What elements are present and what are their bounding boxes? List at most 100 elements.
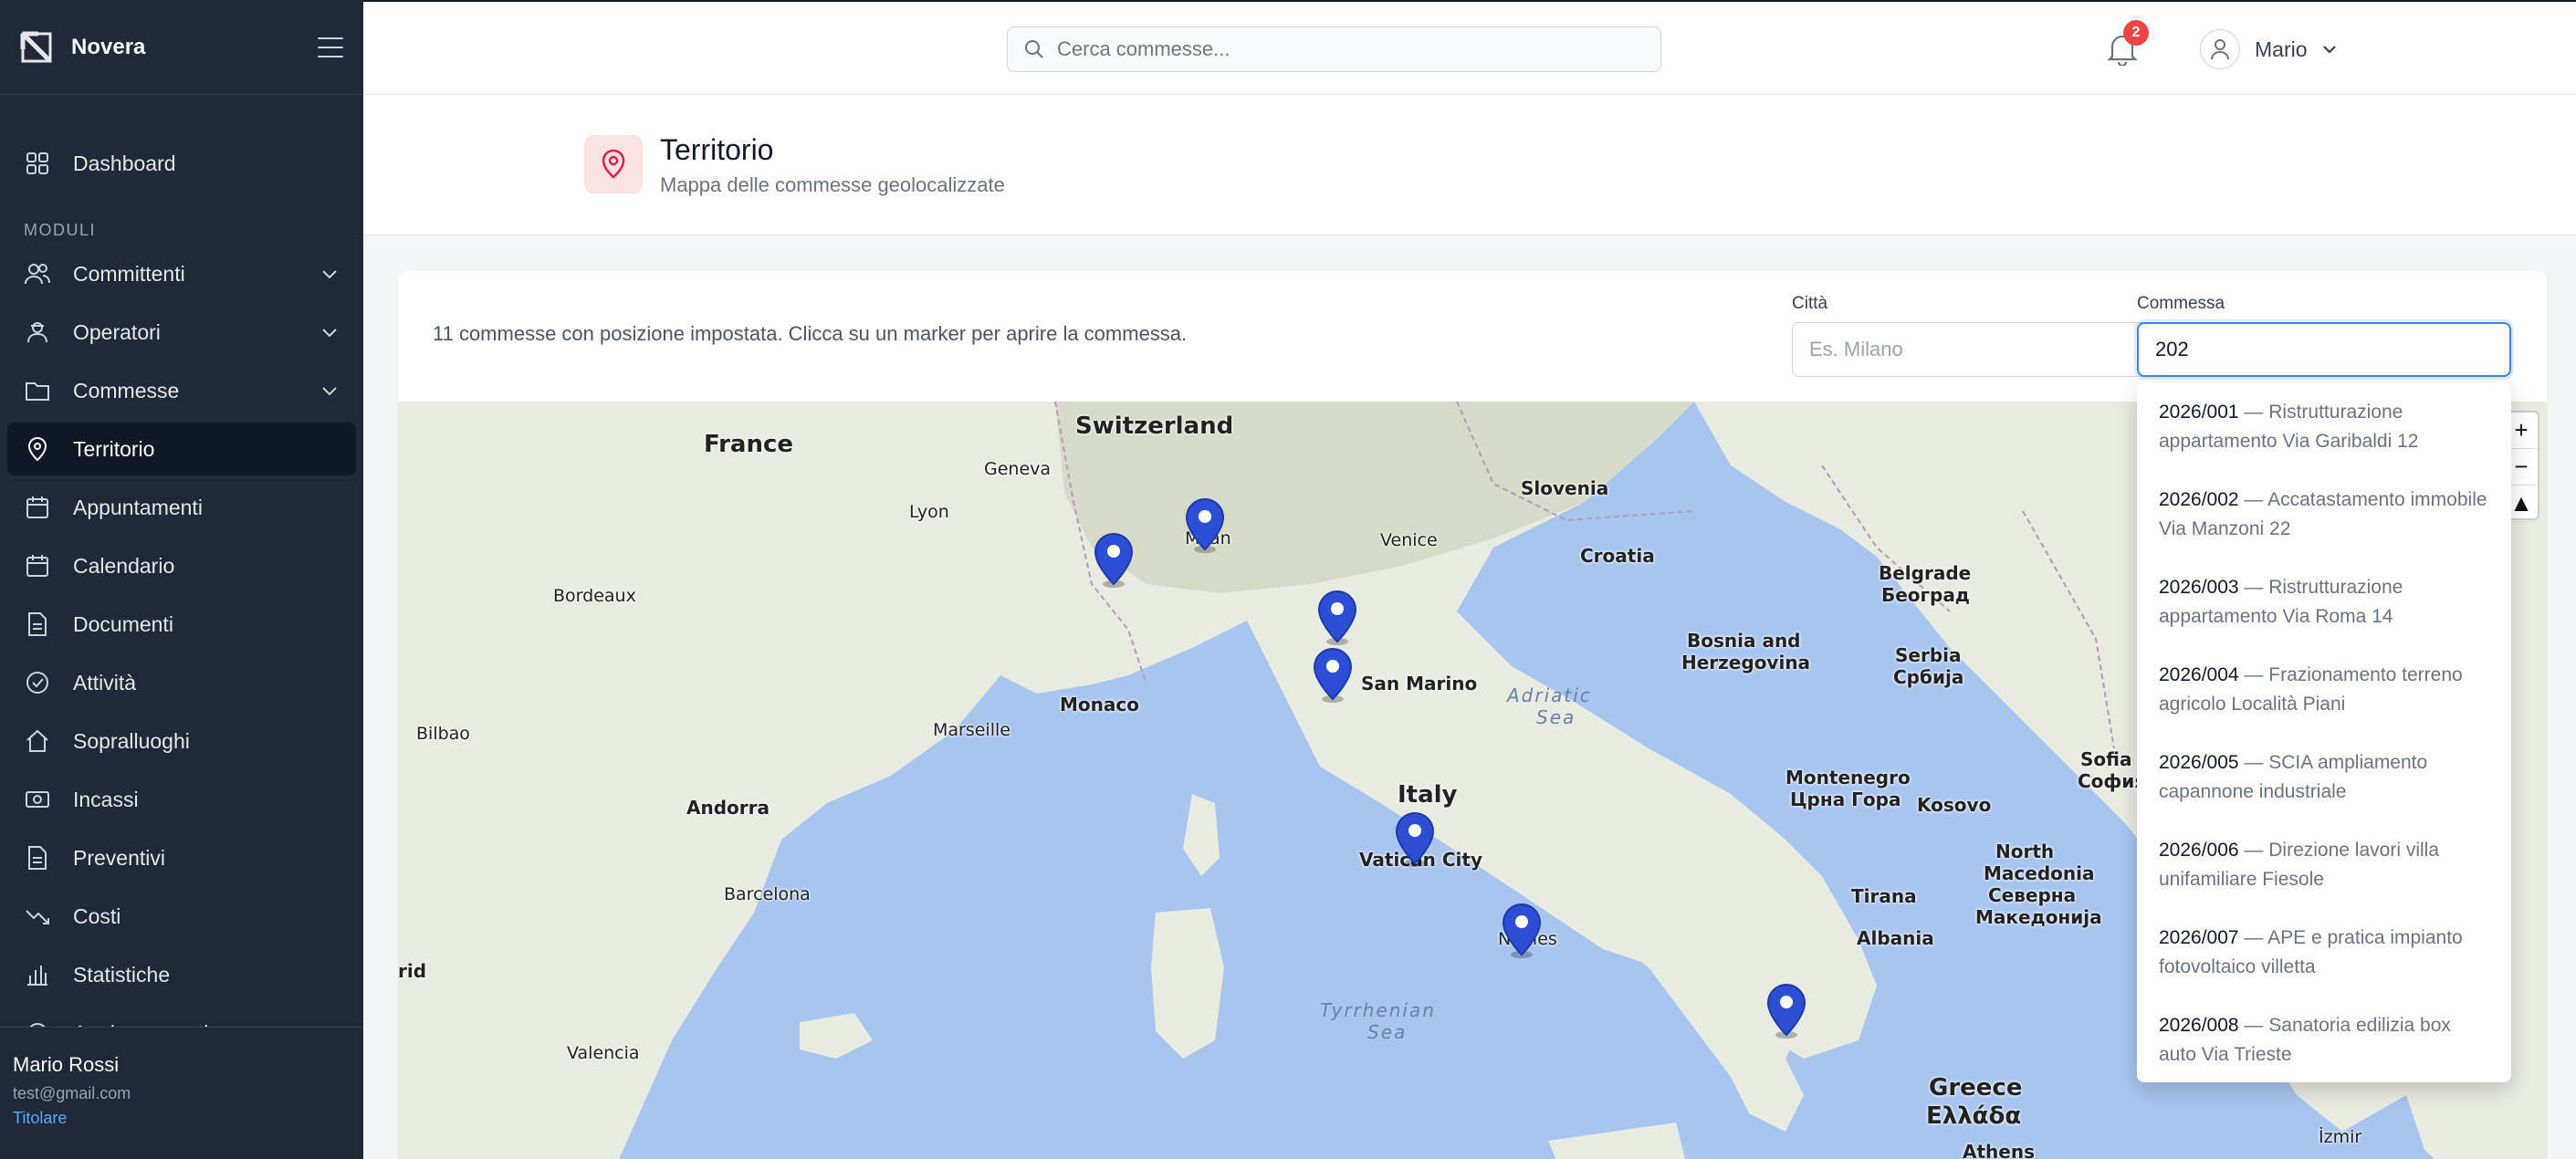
sidebar-item-label: Calendario	[73, 553, 175, 578]
map-pin-icon	[24, 435, 51, 463]
sidebar-item-label: Statistiche	[73, 962, 171, 987]
map-marker[interactable]	[1184, 496, 1226, 553]
city-label: Città	[1792, 294, 1828, 313]
map-label-slovenia: Slovenia	[1521, 477, 1609, 499]
map-label-serbia-local: Србија	[1893, 666, 1964, 688]
option-code: 2026/006	[2159, 840, 2239, 861]
option-code: 2026/003	[2159, 577, 2239, 598]
sidebar-nav: Dashboard MODULI Committenti Operatori C…	[0, 95, 363, 1060]
sidebar-item-appuntamenti[interactable]: Appuntamenti	[7, 481, 356, 534]
sidebar-item-territorio[interactable]: Territorio	[7, 423, 356, 475]
commessa-input[interactable]	[2137, 322, 2511, 377]
user-menu[interactable]: Mario	[2200, 27, 2339, 71]
avatar	[2200, 29, 2240, 69]
map-label-france: France	[704, 431, 794, 458]
user-role: Titolare	[13, 1109, 68, 1127]
option-code: 2026/004	[2159, 664, 2239, 685]
map-label-north-macedonia: North	[1995, 841, 2055, 862]
map-info-text: 11 commesse con posizione impostata. Cli…	[433, 322, 1188, 345]
map-label-valencia: Valencia	[567, 1043, 640, 1063]
dropdown-option[interactable]: 2026/008 — Sanatoria edilizia box auto V…	[2137, 997, 2511, 1082]
sidebar-item-sopralluoghi[interactable]: Sopralluoghi	[7, 715, 356, 767]
dropdown-option[interactable]: 2026/004 — Frazionamento terreno agricol…	[2137, 646, 2511, 734]
sidebar-item-statistiche[interactable]: Statistiche	[7, 948, 356, 1001]
chevron-down-icon	[322, 329, 337, 338]
map-label-san-marino: San Marino	[1361, 673, 1478, 694]
dropdown-option[interactable]: 2026/001 — Ristrutturazione appartamento…	[2137, 383, 2511, 471]
topbar: 2 Mario	[363, 0, 2576, 95]
map-label-belgrade-local: Београд	[1881, 584, 1970, 606]
map-marker[interactable]	[1394, 810, 1436, 867]
sidebar-item-label: Committenti	[73, 261, 185, 286]
option-code: 2026/005	[2159, 752, 2239, 773]
sidebar-item-operatori[interactable]: Operatori	[7, 306, 356, 359]
map-marker[interactable]	[1312, 646, 1354, 703]
user-name: Mario Rossi	[13, 1053, 120, 1076]
map-marker[interactable]	[1316, 589, 1358, 645]
search-input[interactable]	[1057, 37, 1644, 61]
sidebar-item-preventivi[interactable]: Preventivi	[7, 831, 356, 884]
map-label-bordeaux: Bordeaux	[553, 586, 636, 606]
menu-toggle-icon[interactable]	[318, 37, 343, 57]
sidebar-item-commesse[interactable]: Commesse	[7, 364, 356, 417]
commessa-dropdown: 2026/001 — Ristrutturazione appartamento…	[2137, 383, 2511, 1082]
dropdown-option[interactable]: 2026/003 — Ristrutturazione appartamento…	[2137, 559, 2511, 646]
sidebar-item-label: Costi	[73, 903, 121, 928]
map-marker[interactable]	[1765, 982, 1807, 1039]
map-label-italy: Italy	[1398, 781, 1458, 809]
grid-icon	[24, 150, 51, 177]
search-box[interactable]	[1007, 26, 1661, 72]
page-icon	[584, 135, 643, 193]
map-label-montenegro-local: Црна Гора	[1790, 788, 1901, 810]
sidebar-item-documenti[interactable]: Documenti	[7, 598, 356, 651]
map-label-bilbao: Bilbao	[416, 724, 470, 744]
land-corsica	[1183, 794, 1220, 876]
sidebar-item-label: Incassi	[73, 787, 139, 811]
map-label-madrid: rid	[398, 960, 427, 982]
calendar-icon	[24, 552, 51, 580]
sidebar-item-costi[interactable]: Costi	[7, 890, 356, 943]
sidebar-item-label: Preventivi	[73, 845, 165, 870]
sidebar-item-incassi[interactable]: Incassi	[7, 773, 356, 826]
map-label-lyon: Lyon	[909, 502, 949, 522]
dropdown-option[interactable]: 2026/006 — Direzione lavori villa unifam…	[2137, 821, 2511, 909]
folder-icon	[24, 377, 51, 404]
city-input[interactable]	[1792, 322, 2164, 377]
sidebar-user[interactable]: Mario Rossi test@gmail.com Titolare	[0, 1027, 363, 1159]
map-label-adriatic-sea: Sea	[1536, 706, 1576, 728]
dropdown-option[interactable]: 2026/002 — Accatastamento immobile Via M…	[2137, 471, 2511, 559]
map-label-bosnia: Bosnia and	[1687, 630, 1801, 652]
check-circle-icon	[24, 669, 51, 696]
map-label-tyrrhenian-sea: Sea	[1367, 1021, 1408, 1043]
map-label-adriatic: Adriatic	[1507, 684, 1592, 706]
map-label-izmir: İzmir	[2319, 1127, 2362, 1147]
calendar-icon	[24, 494, 51, 521]
bar-chart-icon	[24, 961, 51, 988]
sidebar-item-attivita[interactable]: Attività	[7, 656, 356, 709]
option-code: 2026/002	[2159, 489, 2239, 510]
dropdown-option[interactable]: 2026/005 — SCIA ampliamento capannone in…	[2137, 734, 2511, 821]
map-marker[interactable]	[1501, 902, 1543, 958]
sidebar-item-label: Dashboard	[73, 151, 176, 175]
map-marker[interactable]	[1093, 531, 1135, 588]
section-label: MODULI	[24, 221, 97, 239]
notification-badge: 2	[2123, 20, 2149, 46]
map-label-albania: Albania	[1857, 927, 1934, 949]
option-code: 2026/007	[2159, 927, 2239, 948]
map-label-herzegovina: Herzegovina	[1681, 652, 1811, 673]
sidebar-item-label: Documenti	[73, 611, 173, 636]
map-label-macedonia: Macedonia	[1984, 862, 2095, 884]
map-label-macedonia-local-2: Македонија	[1975, 906, 2102, 928]
map-label-andorra: Andorra	[686, 797, 770, 819]
sidebar-item-calendario[interactable]: Calendario	[7, 539, 356, 592]
dropdown-option[interactable]: 2026/007 — APE e pratica impianto fotovo…	[2137, 909, 2511, 997]
map-label-venice: Venice	[1380, 530, 1438, 550]
chevron-down-icon	[2322, 46, 2336, 54]
user-icon	[2211, 39, 2229, 60]
map-pin-icon	[602, 149, 625, 179]
sidebar-item-dashboard[interactable]: Dashboard	[7, 137, 356, 190]
user-email: test@gmail.com	[13, 1084, 131, 1102]
sidebar-item-committenti[interactable]: Committenti	[7, 247, 356, 300]
map-label-athens: Athens	[1963, 1141, 2035, 1159]
map-label-kosovo: Kosovo	[1917, 794, 1992, 816]
